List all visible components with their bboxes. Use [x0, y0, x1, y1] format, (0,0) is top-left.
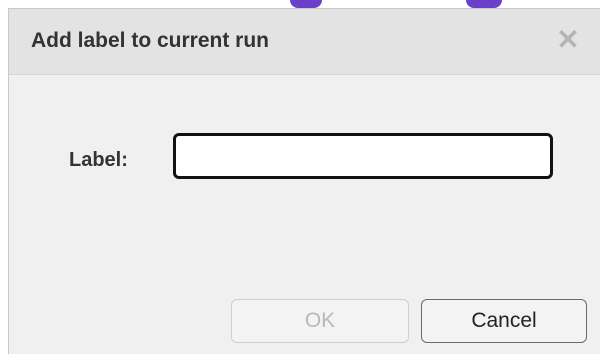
background-decoration [290, 0, 322, 8]
dialog-title: Add label to current run [31, 29, 270, 52]
ok-button[interactable]: OK [231, 299, 409, 343]
background-decoration [466, 0, 502, 8]
dialog-titlebar: Add label to current run ✕ [9, 9, 600, 75]
close-icon[interactable]: ✕ [552, 23, 584, 55]
cancel-button[interactable]: Cancel [421, 299, 587, 343]
add-label-dialog: Add label to current run ✕ Label: OK Can… [8, 8, 600, 354]
label-input[interactable] [173, 133, 553, 179]
label-field-label: Label: [69, 149, 128, 171]
